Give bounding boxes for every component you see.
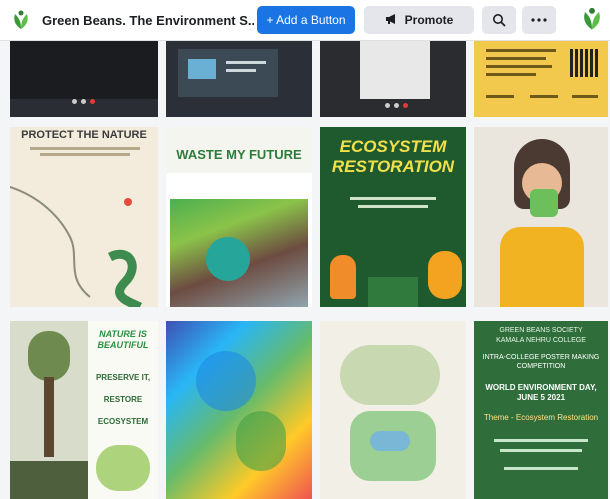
poster-h-line1: GREEN BEANS SOCIETY [499,327,583,334]
poster-a-title: PROTECT THE NATURE [21,129,147,141]
promote-button[interactable]: Promote [364,6,474,34]
photo-poster-nature-beautiful[interactable]: NATURE IS BEAUTIFUL PRESERVE IT, RESTORE… [88,321,158,499]
photo-video-call-3[interactable] [320,41,466,117]
poster-e-line1: PRESERVE IT, [95,373,151,382]
photo-video-call-2[interactable] [166,41,312,117]
photo-poster-ecosystem-restoration[interactable]: ECOSYSTEM RESTORATION [320,127,466,307]
photo-poster-waste-future[interactable]: WASTE MY FUTURE [166,127,312,307]
poster-h-line2: KAMALA NEHRU COLLEGE [496,337,586,344]
add-button[interactable]: + Add a Button [257,6,355,34]
top-bar: Green Beans. The Environment S... + Add … [0,0,610,41]
photo-poster-map-drawing[interactable] [320,321,466,499]
search-icon [493,14,506,27]
search-button[interactable] [482,6,516,34]
photo-grid: PROTECT THE NATURE WASTE MY FUTURE ECOSY… [0,41,610,499]
photo-event-poster-qr[interactable] [474,41,608,117]
photo-poster-girl-mask[interactable] [474,127,608,307]
profile-logo[interactable] [578,5,606,33]
more-icon [531,18,547,22]
page-title[interactable]: Green Beans. The Environment S... [42,13,254,28]
photo-poster-tree[interactable] [10,321,88,499]
photo-poster-competition[interactable]: GREEN BEANS SOCIETY KAMALA NEHRU COLLEGE… [474,321,608,499]
poster-e-title: NATURE IS BEAUTIFUL [97,329,149,350]
more-options-button[interactable] [522,6,556,34]
megaphone-icon [385,13,399,28]
poster-h-line3: INTRA-COLLEGE POSTER MAKING COMPETITION [482,354,600,370]
poster-h-line4: WORLD ENVIRONMENT DAY, JUNE 5 2021 [485,383,597,402]
poster-h-line5: Theme - Ecosystem Restoration [483,413,599,422]
photo-video-call-1[interactable] [10,41,158,117]
page-logo[interactable] [8,7,34,33]
photo-poster-watercolor[interactable] [166,321,312,499]
photo-poster-protect-nature[interactable]: PROTECT THE NATURE [10,127,158,307]
poster-e-line2: RESTORE [103,395,143,404]
promote-label: Promote [404,13,454,27]
poster-e-line3: ECOSYSTEM [97,417,149,426]
poster-b-title: WASTE MY FUTURE [176,147,302,162]
poster-c-title: ECOSYSTEM RESTORATION [331,137,455,176]
